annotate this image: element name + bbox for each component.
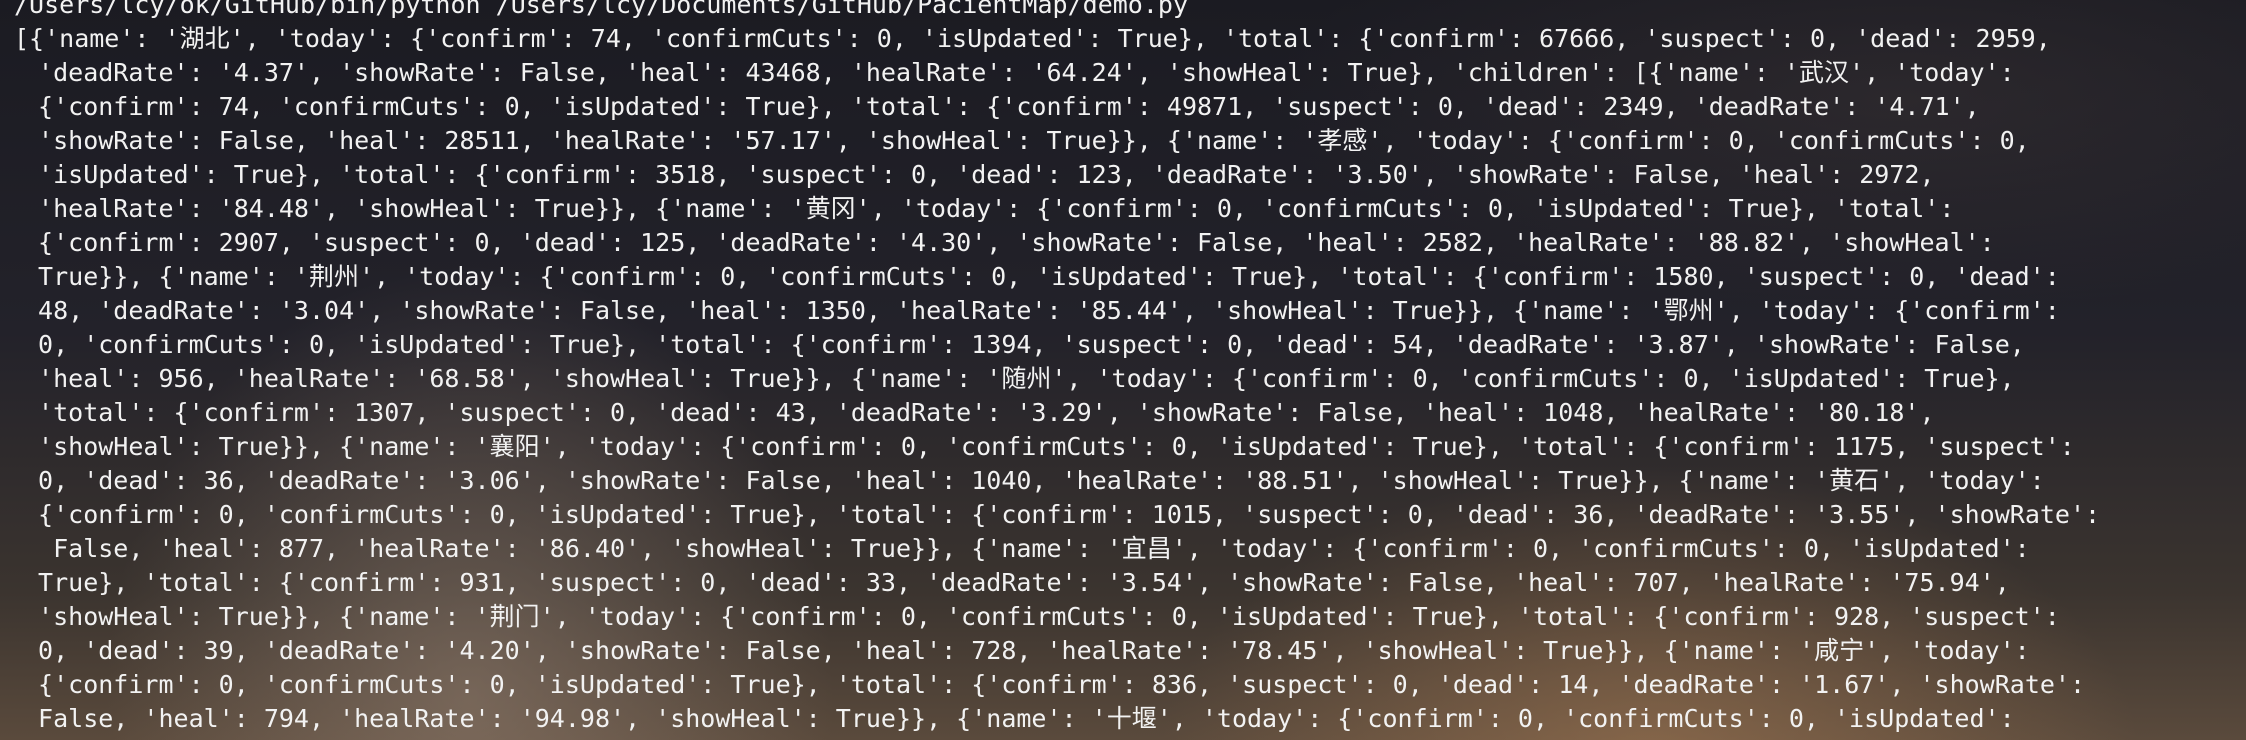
- terminal-window[interactable]: /Users/lcy/ok/GitHub/bin/python /Users/l…: [0, 0, 2246, 740]
- command-line: /Users/lcy/ok/GitHub/bin/python /Users/l…: [14, 0, 1188, 19]
- output-line: False, 'heal': 794, 'healRate': '94.98',…: [23, 704, 2015, 733]
- output-line: 0, 'dead': 39, 'deadRate': '4.20', 'show…: [23, 636, 2030, 665]
- output-line: {'confirm': 2907, 'suspect': 0, 'dead': …: [23, 228, 1995, 257]
- output-line: 'heal': 956, 'healRate': '68.58', 'showH…: [23, 364, 2015, 393]
- output-line: 48, 'deadRate': '3.04', 'showRate': Fals…: [23, 296, 2060, 325]
- output-line: False, 'heal': 877, 'healRate': '86.40',…: [23, 534, 2030, 563]
- output-line: True}, 'total': {'confirm': 931, 'suspec…: [23, 568, 2010, 597]
- output-line: 'showRate': False, 'heal': 28511, 'healR…: [23, 126, 2030, 155]
- output-line: 'isUpdated': True}, 'total': {'confirm':…: [23, 160, 1935, 189]
- output-line: 'showHeal': True}}, {'name': '荆门', 'toda…: [23, 602, 2060, 631]
- output-line: {'confirm': 74, 'confirmCuts': 0, 'isUpd…: [23, 92, 1980, 121]
- output-line: {'confirm': 0, 'confirmCuts': 0, 'isUpda…: [23, 500, 2101, 529]
- output-line: True}}, {'name': '荆州', 'today': {'confir…: [23, 262, 2060, 291]
- output-line: [{'name': '湖北', 'today': {'confirm': 74,…: [14, 24, 2051, 53]
- output-line: 0, 'dead': 36, 'deadRate': '3.06', 'show…: [23, 466, 2045, 495]
- output-line: 'showHeal': True}}, {'name': '襄阳', 'toda…: [23, 432, 2075, 461]
- output-line: 0, 'confirmCuts': 0, 'isUpdated': True},…: [23, 330, 2025, 359]
- output-line: {'confirm': 0, 'confirmCuts': 0, 'isUpda…: [23, 670, 2086, 699]
- output-line: 'deadRate': '4.37', 'showRate': False, '…: [23, 58, 2015, 87]
- output-line: 'total': {'confirm': 1307, 'suspect': 0,…: [23, 398, 1935, 427]
- output-line: 'healRate': '84.48', 'showHeal': True}},…: [23, 194, 1955, 223]
